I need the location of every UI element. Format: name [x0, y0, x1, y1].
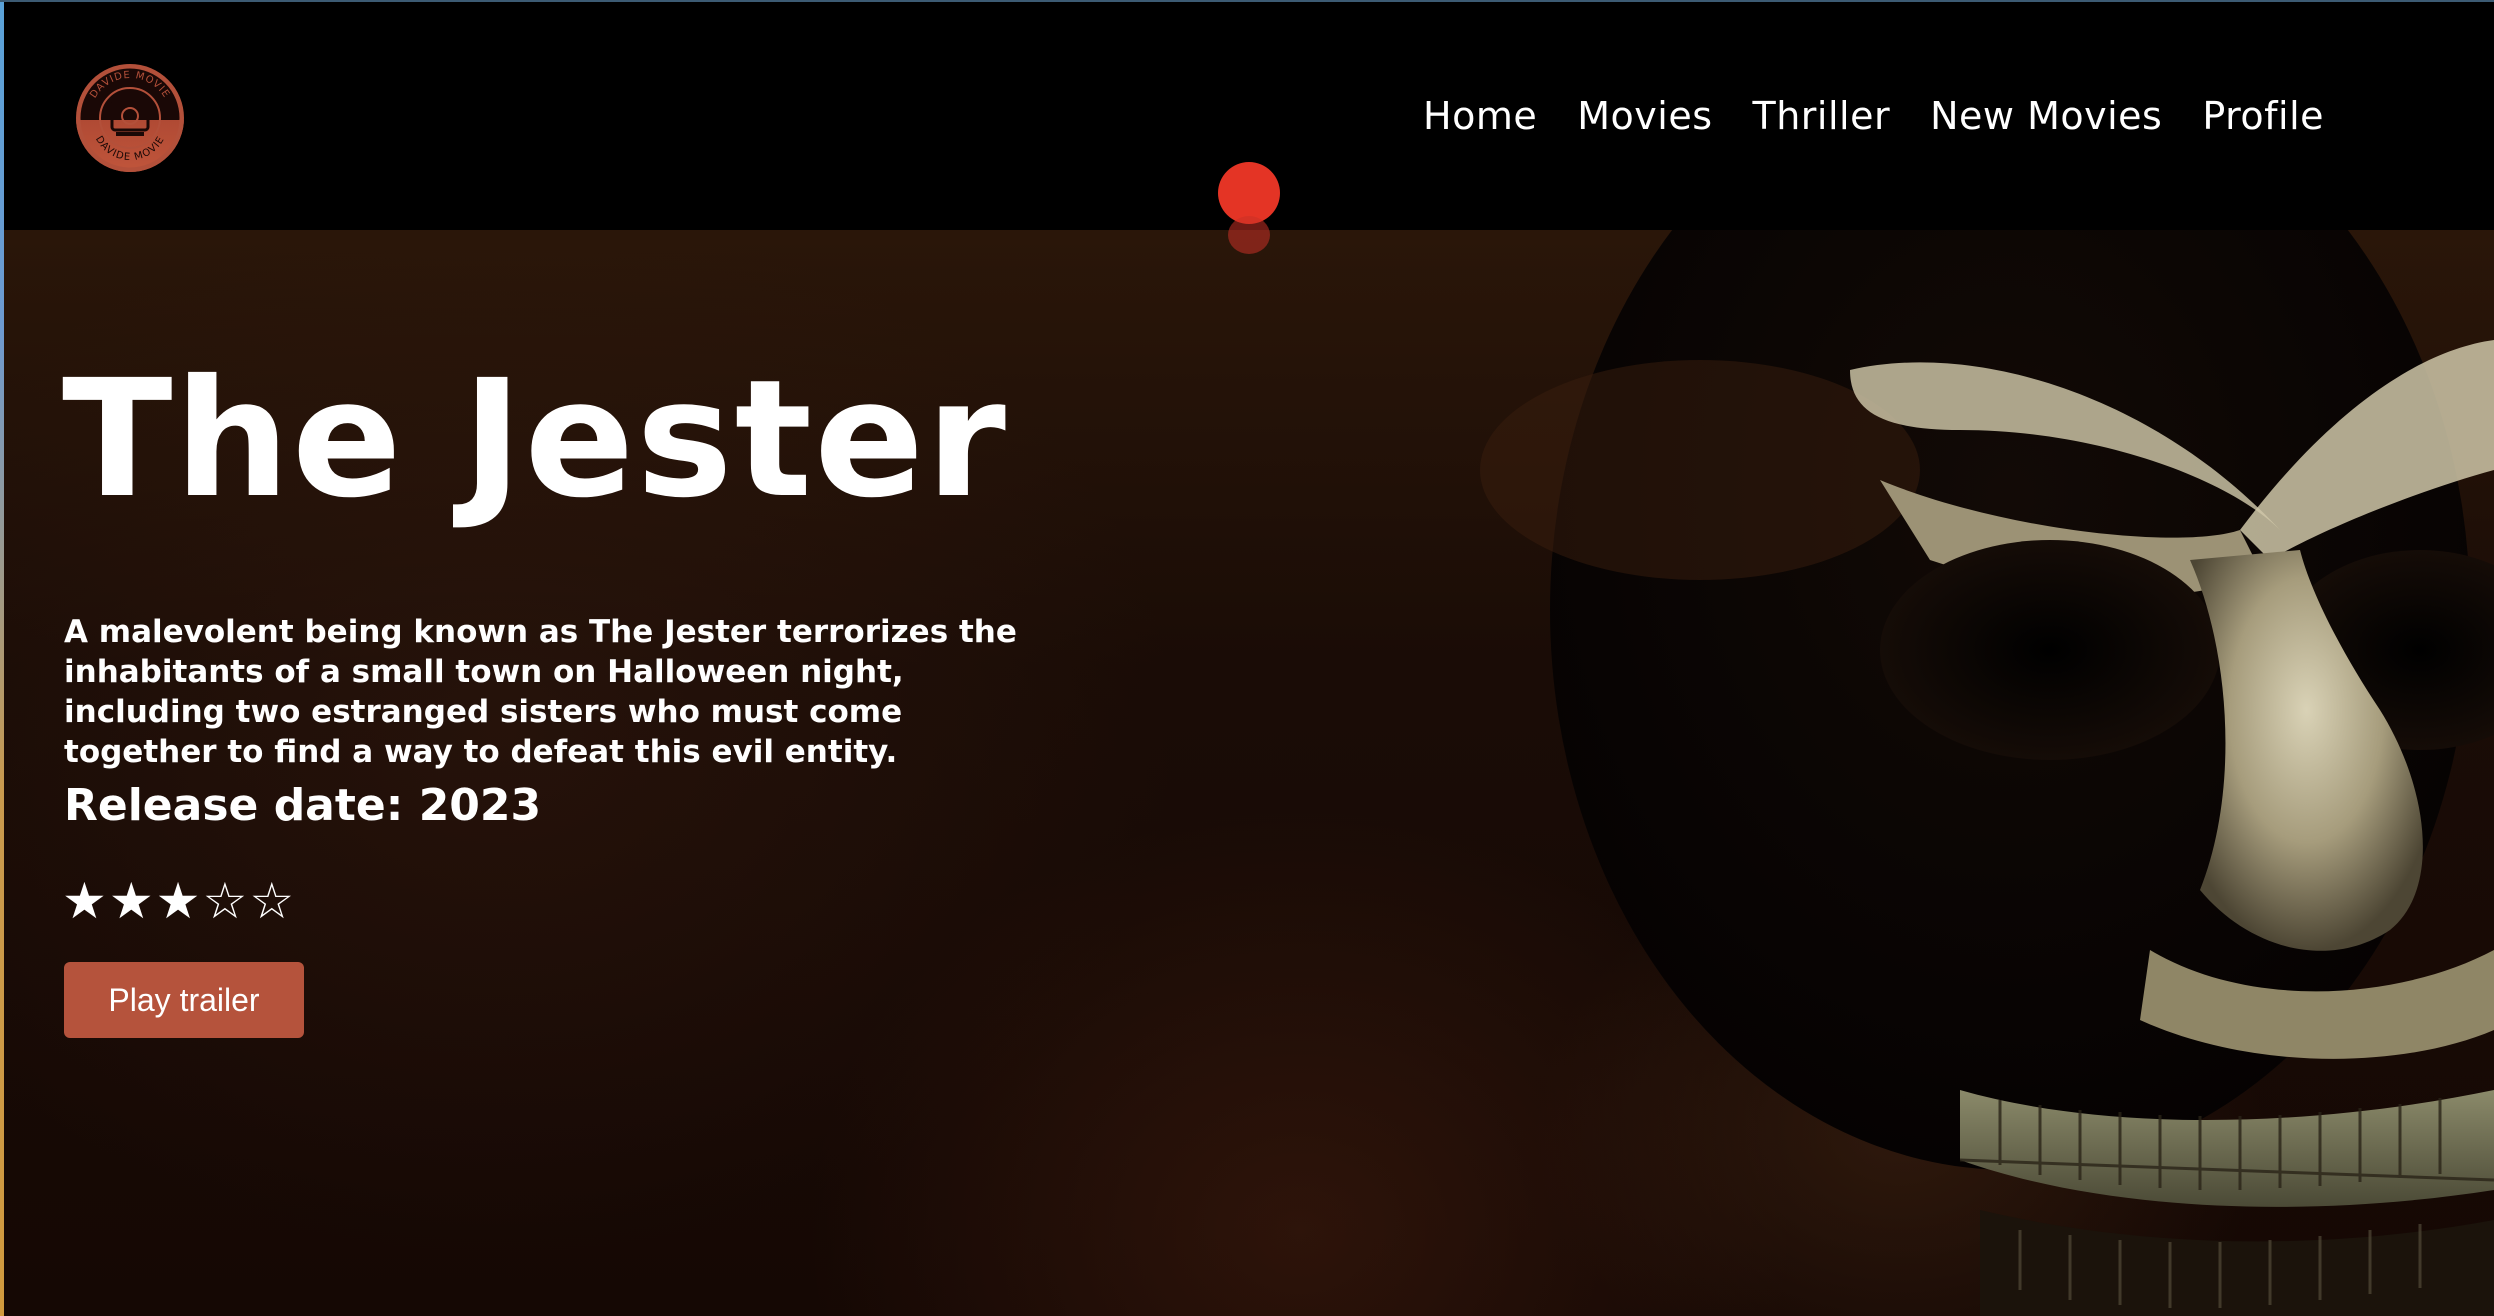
window-edge	[0, 0, 4, 1316]
cursor-indicator-shadow	[1228, 216, 1270, 254]
nav-link-profile[interactable]: Profile	[2202, 88, 2324, 144]
hero-banner: The Jester	[0, 230, 2494, 1316]
play-trailer-button[interactable]: Play trailer	[64, 962, 304, 1038]
release-date: Release date: 2023	[64, 778, 541, 834]
nav-link-home[interactable]: Home	[1423, 88, 1537, 144]
film-camera-icon: DAVIDE MOVIE DAVIDE MOVIE	[77, 65, 183, 171]
nav-link-new-movies[interactable]: New Movies	[1930, 88, 2162, 144]
star-filled-icon: ★	[108, 872, 154, 930]
movie-title: The Jester	[62, 346, 1008, 534]
nav-link-thriller[interactable]: Thriller	[1753, 88, 1891, 144]
cursor-indicator	[1218, 162, 1280, 224]
movie-description: A malevolent being known as The Jester t…	[64, 614, 1017, 770]
main-menu: Home Movies Thriller New Movies Profile	[1423, 88, 2324, 144]
star-empty-icon: ☆	[202, 872, 248, 930]
star-empty-icon: ☆	[249, 872, 295, 930]
release-date-value: 2023	[418, 780, 542, 831]
release-date-label: Release date:	[64, 780, 404, 831]
star-filled-icon: ★	[62, 872, 107, 930]
star-filled-icon: ★	[155, 872, 201, 930]
window-top-border	[0, 0, 2494, 2]
nav-link-movies[interactable]: Movies	[1577, 88, 1712, 144]
logo[interactable]: DAVIDE MOVIE DAVIDE MOVIE	[76, 64, 184, 172]
star-rating: ★ ★ ★ ☆ ☆	[62, 874, 294, 928]
